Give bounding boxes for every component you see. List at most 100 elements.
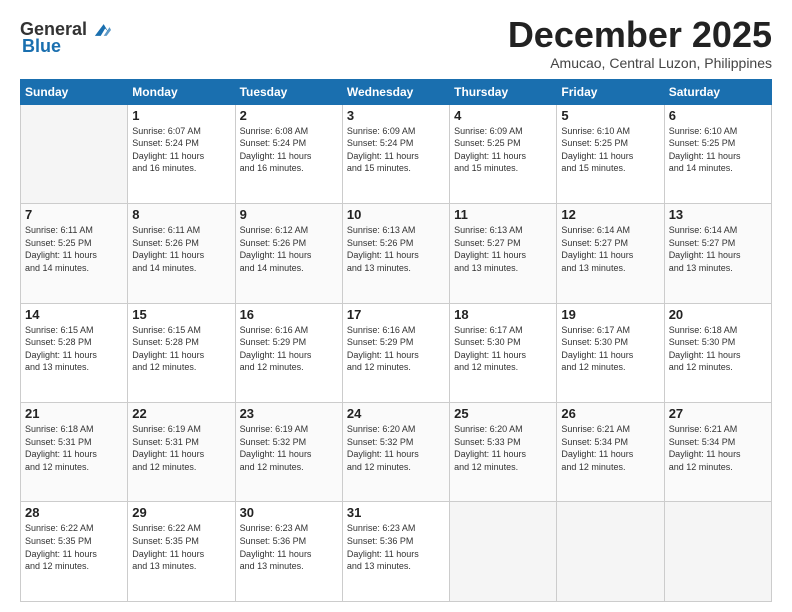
day-info: Sunrise: 6:14 AM Sunset: 5:27 PM Dayligh… bbox=[561, 224, 659, 274]
day-info: Sunrise: 6:21 AM Sunset: 5:34 PM Dayligh… bbox=[669, 423, 767, 473]
calendar-cell: 15 Sunrise: 6:15 AM Sunset: 5:28 PM Dayli… bbox=[128, 303, 235, 402]
day-info: Sunrise: 6:22 AM Sunset: 5:35 PM Dayligh… bbox=[25, 522, 123, 572]
day-header-tuesday: Tuesday bbox=[235, 79, 342, 104]
calendar-cell bbox=[450, 502, 557, 602]
day-info: Sunrise: 6:19 AM Sunset: 5:31 PM Dayligh… bbox=[132, 423, 230, 473]
day-info: Sunrise: 6:16 AM Sunset: 5:29 PM Dayligh… bbox=[240, 324, 338, 374]
day-number: 8 bbox=[132, 207, 230, 222]
calendar-cell: 26 Sunrise: 6:21 AM Sunset: 5:34 PM Dayli… bbox=[557, 403, 664, 502]
calendar-cell: 31 Sunrise: 6:23 AM Sunset: 5:36 PM Dayli… bbox=[342, 502, 449, 602]
day-header-sunday: Sunday bbox=[21, 79, 128, 104]
day-info: Sunrise: 6:11 AM Sunset: 5:25 PM Dayligh… bbox=[25, 224, 123, 274]
day-header-thursday: Thursday bbox=[450, 79, 557, 104]
day-info: Sunrise: 6:23 AM Sunset: 5:36 PM Dayligh… bbox=[347, 522, 445, 572]
day-info: Sunrise: 6:13 AM Sunset: 5:26 PM Dayligh… bbox=[347, 224, 445, 274]
day-info: Sunrise: 6:15 AM Sunset: 5:28 PM Dayligh… bbox=[132, 324, 230, 374]
day-info: Sunrise: 6:07 AM Sunset: 5:24 PM Dayligh… bbox=[132, 125, 230, 175]
day-info: Sunrise: 6:10 AM Sunset: 5:25 PM Dayligh… bbox=[561, 125, 659, 175]
calendar-cell: 30Sunrise: 6:23 AM Sunset: 5:36 PM Dayli… bbox=[235, 502, 342, 602]
calendar-cell: 3Sunrise: 6:09 AM Sunset: 5:24 PM Daylig… bbox=[342, 104, 449, 203]
day-number: 19 bbox=[561, 307, 659, 322]
day-number: 27 bbox=[669, 406, 767, 421]
calendar-cell: 4Sunrise: 6:09 AM Sunset: 5:25 PM Daylig… bbox=[450, 104, 557, 203]
day-number: 13 bbox=[669, 207, 767, 222]
page: General Blue December 2025 Amucao, Centr… bbox=[0, 0, 792, 612]
logo: General Blue bbox=[20, 19, 111, 57]
day-info: Sunrise: 6:23 AM Sunset: 5:36 PM Dayligh… bbox=[240, 522, 338, 572]
calendar-cell: 12 Sunrise: 6:14 AM Sunset: 5:27 PM Dayli… bbox=[557, 204, 664, 303]
day-number: 16 bbox=[240, 307, 338, 322]
day-info: Sunrise: 6:17 AM Sunset: 5:30 PM Dayligh… bbox=[454, 324, 552, 374]
day-header-friday: Friday bbox=[557, 79, 664, 104]
day-number: 28 bbox=[25, 505, 123, 520]
day-number: 21 bbox=[25, 406, 123, 421]
day-info: Sunrise: 6:21 AM Sunset: 5:34 PM Dayligh… bbox=[561, 423, 659, 473]
day-header-monday: Monday bbox=[128, 79, 235, 104]
calendar-week-row: 7Sunrise: 6:11 AM Sunset: 5:25 PM Daylig… bbox=[21, 204, 772, 303]
calendar-cell: 11 Sunrise: 6:13 AM Sunset: 5:27 PM Dayli… bbox=[450, 204, 557, 303]
calendar-cell: 27 Sunrise: 6:21 AM Sunset: 5:34 PM Dayli… bbox=[664, 403, 771, 502]
day-header-saturday: Saturday bbox=[664, 79, 771, 104]
day-number: 22 bbox=[132, 406, 230, 421]
day-number: 29 bbox=[132, 505, 230, 520]
day-info: Sunrise: 6:11 AM Sunset: 5:26 PM Dayligh… bbox=[132, 224, 230, 274]
day-info: Sunrise: 6:15 AM Sunset: 5:28 PM Dayligh… bbox=[25, 324, 123, 374]
day-number: 9 bbox=[240, 207, 338, 222]
day-info: Sunrise: 6:16 AM Sunset: 5:29 PM Dayligh… bbox=[347, 324, 445, 374]
day-info: Sunrise: 6:20 AM Sunset: 5:32 PM Dayligh… bbox=[347, 423, 445, 473]
day-number: 26 bbox=[561, 406, 659, 421]
day-info: Sunrise: 6:20 AM Sunset: 5:33 PM Dayligh… bbox=[454, 423, 552, 473]
day-number: 25 bbox=[454, 406, 552, 421]
day-info: Sunrise: 6:18 AM Sunset: 5:31 PM Dayligh… bbox=[25, 423, 123, 473]
day-number: 23 bbox=[240, 406, 338, 421]
day-number: 11 bbox=[454, 207, 552, 222]
calendar-table: SundayMondayTuesdayWednesdayThursdayFrid… bbox=[20, 79, 772, 602]
calendar-cell: 29Sunrise: 6:22 AM Sunset: 5:35 PM Dayli… bbox=[128, 502, 235, 602]
day-number: 3 bbox=[347, 108, 445, 123]
day-number: 14 bbox=[25, 307, 123, 322]
calendar-subtitle: Amucao, Central Luzon, Philippines bbox=[508, 55, 772, 71]
day-info: Sunrise: 6:10 AM Sunset: 5:25 PM Dayligh… bbox=[669, 125, 767, 175]
day-info: Sunrise: 6:18 AM Sunset: 5:30 PM Dayligh… bbox=[669, 324, 767, 374]
title-block: December 2025 Amucao, Central Luzon, Phi… bbox=[508, 15, 772, 71]
day-info: Sunrise: 6:14 AM Sunset: 5:27 PM Dayligh… bbox=[669, 224, 767, 274]
day-number: 6 bbox=[669, 108, 767, 123]
calendar-cell: 5 Sunrise: 6:10 AM Sunset: 5:25 PM Daylig… bbox=[557, 104, 664, 203]
calendar-week-row: 21 Sunrise: 6:18 AM Sunset: 5:31 PM Dayli… bbox=[21, 403, 772, 502]
calendar-cell: 20Sunrise: 6:18 AM Sunset: 5:30 PM Dayli… bbox=[664, 303, 771, 402]
calendar-cell bbox=[21, 104, 128, 203]
day-number: 24 bbox=[347, 406, 445, 421]
calendar-cell: 1Sunrise: 6:07 AM Sunset: 5:24 PM Daylig… bbox=[128, 104, 235, 203]
calendar-cell: 14 Sunrise: 6:15 AM Sunset: 5:28 PM Dayli… bbox=[21, 303, 128, 402]
day-info: Sunrise: 6:09 AM Sunset: 5:25 PM Dayligh… bbox=[454, 125, 552, 175]
calendar-cell: 10 Sunrise: 6:13 AM Sunset: 5:26 PM Dayli… bbox=[342, 204, 449, 303]
day-info: Sunrise: 6:12 AM Sunset: 5:26 PM Dayligh… bbox=[240, 224, 338, 274]
day-number: 5 bbox=[561, 108, 659, 123]
day-number: 17 bbox=[347, 307, 445, 322]
calendar-cell: 6 Sunrise: 6:10 AM Sunset: 5:25 PM Daylig… bbox=[664, 104, 771, 203]
calendar-cell bbox=[557, 502, 664, 602]
calendar-week-row: 14 Sunrise: 6:15 AM Sunset: 5:28 PM Dayli… bbox=[21, 303, 772, 402]
calendar-cell: 25 Sunrise: 6:20 AM Sunset: 5:33 PM Dayli… bbox=[450, 403, 557, 502]
day-number: 18 bbox=[454, 307, 552, 322]
calendar-cell: 8 Sunrise: 6:11 AM Sunset: 5:26 PM Daylig… bbox=[128, 204, 235, 303]
logo-blue-text: Blue bbox=[22, 37, 61, 57]
calendar-header-row: SundayMondayTuesdayWednesdayThursdayFrid… bbox=[21, 79, 772, 104]
day-info: Sunrise: 6:08 AM Sunset: 5:24 PM Dayligh… bbox=[240, 125, 338, 175]
calendar-cell: 16 Sunrise: 6:16 AM Sunset: 5:29 PM Dayli… bbox=[235, 303, 342, 402]
day-info: Sunrise: 6:19 AM Sunset: 5:32 PM Dayligh… bbox=[240, 423, 338, 473]
day-info: Sunrise: 6:13 AM Sunset: 5:27 PM Dayligh… bbox=[454, 224, 552, 274]
calendar-cell: 18 Sunrise: 6:17 AM Sunset: 5:30 PM Dayli… bbox=[450, 303, 557, 402]
day-header-wednesday: Wednesday bbox=[342, 79, 449, 104]
calendar-week-row: 28 Sunrise: 6:22 AM Sunset: 5:35 PM Dayli… bbox=[21, 502, 772, 602]
calendar-cell: 19Sunrise: 6:17 AM Sunset: 5:30 PM Dayli… bbox=[557, 303, 664, 402]
day-number: 15 bbox=[132, 307, 230, 322]
day-number: 12 bbox=[561, 207, 659, 222]
calendar-cell: 23 Sunrise: 6:19 AM Sunset: 5:32 PM Dayli… bbox=[235, 403, 342, 502]
calendar-cell: 24 Sunrise: 6:20 AM Sunset: 5:32 PM Dayli… bbox=[342, 403, 449, 502]
calendar-cell: 28 Sunrise: 6:22 AM Sunset: 5:35 PM Dayli… bbox=[21, 502, 128, 602]
header: General Blue December 2025 Amucao, Centr… bbox=[20, 15, 772, 71]
day-number: 10 bbox=[347, 207, 445, 222]
calendar-title: December 2025 bbox=[508, 15, 772, 55]
day-number: 31 bbox=[347, 505, 445, 520]
